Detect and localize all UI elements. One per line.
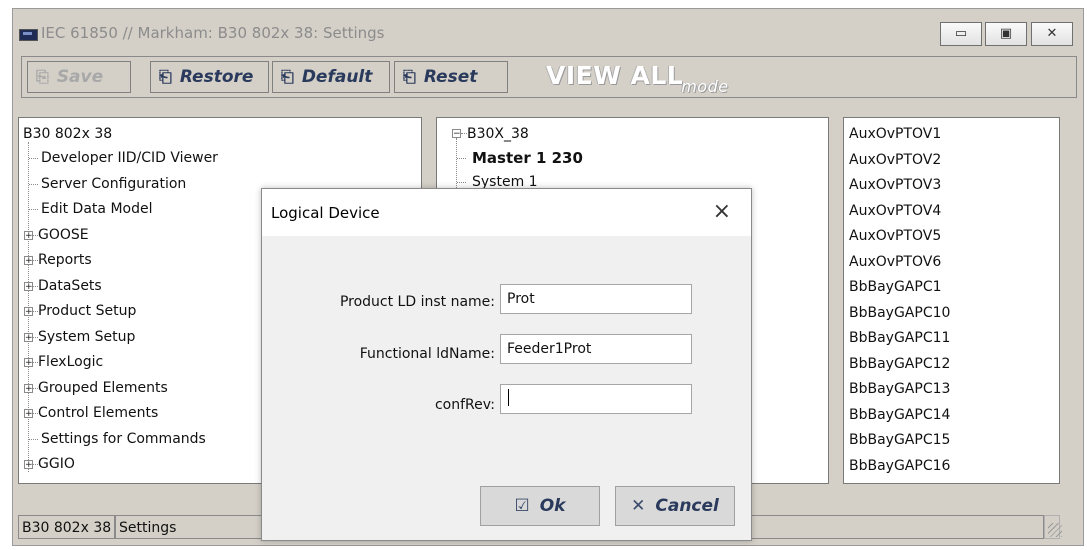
default-label: Default (301, 67, 373, 87)
cancel-button[interactable]: ✕ Cancel (615, 486, 735, 526)
tree-item[interactable]: GOOSE (38, 223, 89, 247)
minimize-button[interactable]: ▭ (940, 22, 982, 46)
list-item[interactable]: BbBayGAPC11 (849, 326, 950, 350)
tree-root[interactable]: B30 802x 38 (23, 122, 112, 146)
dialog-close-icon[interactable]: × (713, 199, 731, 224)
reset-icon: ⎗ (403, 67, 416, 86)
functional-ldname-field[interactable] (500, 334, 692, 364)
dialog-title-bar: Logical Device × (262, 189, 751, 236)
tree-item[interactable]: Edit Data Model (41, 197, 152, 221)
list-item[interactable]: BbBayGAPC10 (849, 301, 950, 325)
expand-icon[interactable]: + (24, 332, 33, 342)
list-item[interactable]: AuxOvPTOV1 (849, 122, 941, 146)
tree-item[interactable]: Grouped Elements (38, 376, 168, 400)
list-item[interactable]: AuxOvPTOV3 (849, 173, 941, 197)
confrev-label: confRev: (434, 397, 495, 413)
save-label: Save (56, 67, 104, 87)
tree-item[interactable]: Server Configuration (41, 172, 186, 196)
tree-connector (456, 138, 457, 188)
default-icon: ⎗ (281, 67, 294, 86)
tree-item-master[interactable]: Master 1 230 (472, 146, 583, 170)
cancel-label: Cancel (655, 496, 719, 516)
expand-icon[interactable]: + (24, 383, 33, 393)
dialog-title: Logical Device (271, 204, 380, 222)
tree-connector (29, 158, 38, 159)
toolbar: ⎘ Save ⎗ Restore ⎗ Default ⎗ Reset VIEW … (21, 56, 1077, 98)
tree-item[interactable]: Reports (38, 248, 92, 272)
list-item[interactable]: BbBayGAPC12 (849, 352, 950, 376)
tree-item[interactable]: Product Setup (38, 299, 136, 323)
app-icon (19, 29, 38, 41)
default-button[interactable]: ⎗ Default (272, 61, 390, 93)
tree-item[interactable]: Control Elements (38, 401, 158, 425)
list-item[interactable]: AuxOvPTOV6 (849, 250, 941, 274)
expand-icon[interactable]: + (24, 281, 33, 291)
restore-button[interactable]: ⎗ Restore (150, 61, 269, 93)
tree-item[interactable]: FlexLogic (38, 350, 103, 374)
product-ld-label: Product LD inst name: (339, 294, 495, 310)
expand-icon[interactable]: + (24, 409, 33, 419)
tree-item[interactable]: Settings for Commands (41, 427, 206, 451)
view-all-mode-indicator: VIEW ALLmode (546, 59, 729, 96)
status-device: B30 802x 38 (18, 515, 115, 539)
product-ld-inst-name-field[interactable] (500, 284, 692, 314)
resize-grip-icon[interactable] (1048, 523, 1062, 537)
window-title: IEC 61850 // Markham: B30 802x 38: Setti… (41, 24, 385, 42)
view-all-text: VIEW ALL (546, 61, 684, 90)
list-item[interactable]: BbBayGAPC14 (849, 403, 950, 427)
tree-connector (29, 438, 38, 440)
tree-connector (457, 158, 466, 159)
list-item[interactable]: BbBayGAPC1 (849, 275, 942, 299)
logical-device-dialog: Logical Device × Product LD inst name: F… (261, 188, 752, 541)
checkbox-check-icon: ☑ (514, 496, 530, 516)
title-bar: IEC 61850 // Markham: B30 802x 38: Setti… (13, 9, 1083, 57)
list-item[interactable]: BbBayGAPC15 (849, 428, 950, 452)
ok-button[interactable]: ☑ Ok (480, 486, 600, 526)
expand-icon[interactable]: + (24, 256, 33, 266)
tree-connector (457, 182, 466, 183)
expand-icon[interactable]: + (24, 358, 33, 368)
confrev-field[interactable] (500, 384, 692, 414)
cancel-x-icon: ✕ (631, 496, 646, 516)
expand-icon[interactable]: + (24, 460, 33, 470)
tree-item[interactable]: GGIO (38, 452, 75, 476)
reset-button[interactable]: ⎗ Reset (394, 61, 508, 93)
functional-ldname-label: Functional ldName: (359, 346, 495, 362)
reset-label: Reset (423, 67, 478, 87)
save-icon: ⎘ (36, 67, 49, 86)
ok-label: Ok (539, 496, 566, 516)
maximize-button[interactable]: ▣ (985, 22, 1027, 46)
save-button[interactable]: ⎘ Save (27, 61, 131, 93)
restore-icon: ⎗ (159, 67, 172, 86)
tree-item[interactable]: DataSets (38, 274, 102, 298)
collapse-icon[interactable]: − (452, 129, 461, 139)
list-item[interactable]: BbBayGAPC13 (849, 377, 950, 401)
text-caret (508, 389, 509, 406)
expand-icon[interactable]: + (24, 307, 33, 317)
tree-item[interactable]: Developer IID/CID Viewer (41, 146, 218, 170)
restore-label: Restore (179, 67, 254, 87)
mode-text: mode (681, 77, 729, 96)
close-window-button[interactable]: ✕ (1031, 22, 1073, 46)
tree-connector (29, 209, 38, 210)
logical-node-list[interactable]: AuxOvPTOV1 AuxOvPTOV2 AuxOvPTOV3 AuxOvPTOV4… (843, 117, 1060, 484)
list-item[interactable]: BbBayGAPC16 (849, 454, 950, 478)
list-item[interactable]: AuxOvPTOV2 (849, 148, 941, 172)
tree-connector (29, 183, 38, 185)
list-item[interactable]: AuxOvPTOV4 (849, 199, 941, 223)
tree-root[interactable]: B30X_38 (467, 122, 529, 146)
expand-icon[interactable]: + (24, 230, 33, 240)
list-item[interactable]: AuxOvPTOV5 (849, 224, 941, 248)
tree-item[interactable]: System Setup (38, 325, 135, 349)
